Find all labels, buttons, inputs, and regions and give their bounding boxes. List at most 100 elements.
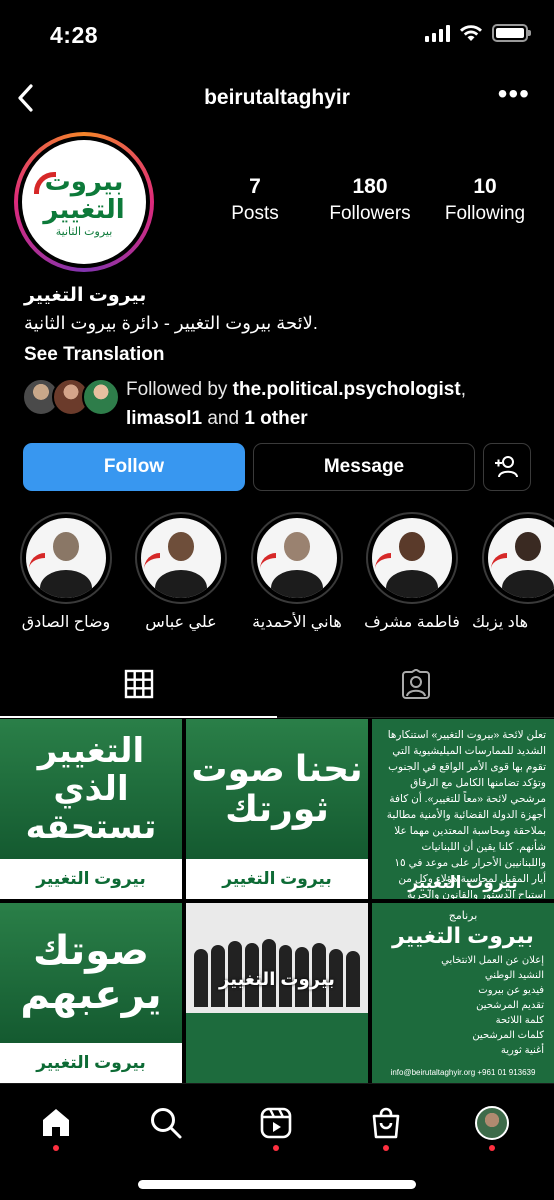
post-title-text: بيروت التغيير [219, 969, 335, 989]
stat-number: 7 [249, 175, 261, 198]
bio-text: لائحة بيروت التغيير - دائرة بيروت الثاني… [24, 313, 318, 333]
status-icons [425, 24, 531, 42]
stat-label: Posts [231, 203, 279, 224]
post-thumbnail[interactable]: برنامج بيروت التغيير إعلان عن العمل الان… [372, 903, 554, 1083]
post-footer: بيروت التغيير [408, 873, 518, 892]
post-title: التغيير الذي تستحقه [0, 719, 182, 859]
nav-search[interactable] [136, 1098, 196, 1148]
post-thumbnail[interactable]: نحنا صوت ثورتك بيروت التغيير [186, 719, 368, 899]
search-icon [151, 1108, 182, 1139]
profile-stats: 7 Posts 180 Followers 10 Following [200, 175, 540, 225]
profile-header: beirutaltaghyir ••• [0, 78, 554, 120]
grid-icon [124, 669, 153, 699]
tab-tagged[interactable] [277, 652, 554, 718]
post-contact: info@beirutaltaghyir.org +961 01 913639 [390, 1068, 536, 1077]
nav-home[interactable] [26, 1098, 86, 1148]
highlight-item[interactable]: فاطمة مشرف [357, 512, 467, 632]
logo-line-2: التغيير [43, 193, 125, 224]
status-time: 4:28 [50, 22, 99, 48]
stat-number: 180 [352, 175, 388, 198]
post-title-text: نحنا صوت ثورتك [191, 748, 363, 829]
followers-count[interactable]: 180 Followers [315, 175, 425, 225]
tab-posts-grid[interactable] [0, 652, 277, 718]
reels-icon [260, 1107, 292, 1139]
own-avatar [475, 1106, 509, 1140]
follower-avatar [82, 378, 120, 416]
others-count[interactable]: 1 other [244, 408, 307, 429]
following-count[interactable]: 10 Following [430, 175, 540, 225]
follower-name[interactable]: the.political.psychologist [233, 379, 461, 400]
stat-label: Following [444, 203, 526, 224]
highlight-item[interactable]: وضاح الصادق [11, 512, 121, 632]
nav-profile[interactable] [462, 1098, 522, 1148]
highlight-item[interactable]: هاد يزبك [472, 512, 554, 632]
header-username: beirutaltaghyir [204, 86, 350, 109]
program-item: النشيد الوطني [484, 970, 544, 981]
notification-dot [383, 1145, 389, 1151]
profile-bio: بيروت التغيير لائحة بيروت التغيير - دائر… [24, 284, 534, 366]
separator: , [460, 379, 466, 400]
post-title-text: التغيير الذي تستحقه [25, 732, 157, 846]
profile-avatar[interactable]: بيروت التغيير بيروت الثانية [14, 132, 154, 272]
logo-line-1: بيروت [44, 165, 124, 196]
post-title-text: صوتك يرعبهم [20, 929, 162, 1017]
post-footer: بيروت التغيير [186, 859, 368, 899]
signal-icon [425, 24, 450, 42]
logo-line-3: بيروت الثانية [55, 225, 113, 238]
notification-dot [53, 1145, 59, 1151]
stat-number: 10 [473, 175, 497, 198]
message-button[interactable]: Message [253, 443, 475, 491]
program-item: كلمات المرشحين [472, 1030, 544, 1041]
post-thumbnail[interactable]: تعلن لائحة «بيروت التغيير» استنكارها الش… [372, 719, 554, 899]
highlight-item[interactable]: علي عباس [126, 512, 236, 632]
story-highlights: وضاح الصادق علي عباس هاني الأحمدية فاطمة… [0, 512, 554, 642]
notification-dot [489, 1145, 495, 1151]
tagged-person-icon [401, 669, 430, 699]
highlight-label: هاني الأحمدية [252, 614, 342, 631]
nav-reels[interactable] [246, 1098, 306, 1148]
program-item: كلمة اللائحة [495, 1015, 544, 1026]
profile-name: بيروت التغيير [24, 285, 147, 306]
highlight-cover [257, 518, 337, 598]
wifi-icon [460, 25, 482, 41]
notification-dot [273, 1145, 279, 1151]
posts-count[interactable]: 7 Posts [200, 175, 310, 225]
profile-tabs [0, 652, 554, 718]
group-photo: بيروت التغيير [186, 903, 368, 1013]
program-item: إعلان عن العمل الانتخابي [441, 955, 544, 966]
status-bar: 4:28 [0, 0, 554, 70]
followed-by[interactable]: Followed by the.political.psychologist, … [22, 374, 542, 430]
post-title: نحنا صوت ثورتك [186, 719, 368, 859]
post-body-text: تعلن لائحة «بيروت التغيير» استنكارها الش… [386, 729, 546, 899]
see-translation-link[interactable]: See Translation [24, 344, 534, 366]
highlight-label: فاطمة مشرف [364, 614, 460, 631]
post-thumbnail[interactable]: بيروت التغيير [186, 903, 368, 1083]
highlight-cover [26, 518, 106, 598]
separator: and [202, 408, 245, 429]
highlight-cover [141, 518, 221, 598]
nav-shop[interactable] [356, 1098, 416, 1148]
more-options-button[interactable]: ••• [498, 80, 530, 108]
highlight-cover [372, 518, 452, 598]
battery-icon [492, 24, 531, 42]
highlight-item[interactable]: هاني الأحمدية [242, 512, 352, 632]
follower-name[interactable]: limasol1 [126, 408, 202, 429]
post-badge: برنامج [448, 910, 478, 922]
program-item: فيديو عن بيروت [478, 985, 544, 996]
post-footer: بيروت التغيير [0, 859, 182, 899]
brand-logo: بيروت التغيير بيروت الثانية [22, 140, 146, 264]
highlight-label: علي عباس [145, 614, 217, 631]
post-thumbnail[interactable]: التغيير الذي تستحقه بيروت التغيير [0, 719, 182, 899]
program-list: إعلان عن العمل الانتخابي النشيد الوطني ف… [382, 953, 544, 1058]
follow-button[interactable]: Follow [23, 443, 245, 491]
followed-prefix: Followed by [126, 379, 233, 400]
post-title: صوتك يرعبهم [0, 903, 182, 1043]
post-title-text: بيروت التغيير [392, 923, 534, 948]
highlight-label: وضاح الصادق [21, 614, 111, 631]
add-person-icon [495, 456, 518, 478]
post-thumbnail[interactable]: صوتك يرعبهم بيروت التغيير [0, 903, 182, 1083]
suggested-users-button[interactable] [483, 443, 531, 491]
home-indicator [138, 1180, 416, 1189]
program-item: أغنية ثورية [500, 1045, 544, 1056]
posts-grid: التغيير الذي تستحقه بيروت التغيير نحنا ص… [0, 719, 554, 1083]
